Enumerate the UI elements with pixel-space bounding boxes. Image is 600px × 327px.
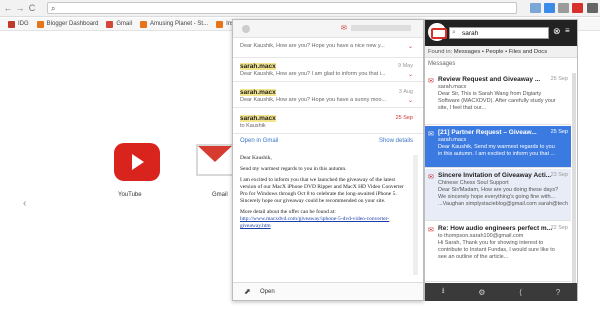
favicon-icon: [36, 20, 44, 28]
thread-item[interactable]: sarah.macx 9 May Dear Kaushik, How are y…: [233, 60, 423, 82]
search-result[interactable]: ✉ Re: How audio engineers perfect m... 2…: [425, 222, 571, 282]
youtube-tile-icon[interactable]: [114, 143, 160, 181]
thread-item-expanded[interactable]: sarah.macx 25 Sep to Kaushik: [233, 112, 423, 134]
gear-icon[interactable]: ⚙: [478, 288, 485, 297]
close-icon[interactable]: [242, 25, 250, 33]
gmail-logo-icon: [428, 23, 447, 41]
chevron-left-icon[interactable]: ‹: [23, 198, 26, 209]
chevron-down-icon[interactable]: ⌄: [408, 43, 413, 50]
search-result-selected[interactable]: ✉ [21] Partner Request – Giveaw... 25 Se…: [425, 126, 571, 168]
filter-options[interactable]: Messages • People • Files and Docs: [454, 49, 547, 55]
open-button[interactable]: Open: [260, 289, 275, 295]
search-icon: ⌕: [452, 29, 456, 36]
address-bar[interactable]: ⌕: [47, 2, 517, 14]
extension-icon[interactable]: [558, 3, 569, 13]
message-preview-popup: ✉ Dear Kaushik, How are you? Hope you ha…: [232, 19, 424, 301]
giveaway-link[interactable]: http://www.macxdvd.com/giveaway/iphone-5…: [240, 216, 389, 229]
sender-address-redacted: [351, 25, 411, 31]
help-icon[interactable]: ?: [556, 288, 560, 297]
forward-button[interactable]: →: [14, 2, 26, 14]
scrollbar[interactable]: [413, 155, 418, 275]
clear-icon[interactable]: ⊗: [553, 26, 561, 37]
found-in-filter: Found in: Messages • People • Files and …: [425, 46, 577, 58]
search-result[interactable]: ✉ Review Request and Giveaway ... 25 Sep…: [425, 73, 571, 125]
reload-button[interactable]: C: [26, 2, 38, 14]
menu-icon[interactable]: [587, 3, 598, 13]
open-icon[interactable]: ⬈: [244, 287, 251, 296]
panel-footer: ⭳ ⚙ ⟨ ?: [425, 283, 577, 301]
youtube-tile-label: YouTube: [118, 192, 142, 198]
show-details-link[interactable]: Show details: [379, 138, 413, 144]
bookmark-gmail[interactable]: Gmail: [106, 20, 132, 28]
open-in-gmail-link[interactable]: Open in Gmail: [240, 138, 278, 144]
envelope-icon: ✉: [428, 131, 434, 138]
popup-footer: ⬈ Open: [233, 282, 423, 300]
thread-item[interactable]: sarah.macx 3 Aug Dear Kaushik, How are y…: [233, 86, 423, 108]
bookmark-amusing-planet[interactable]: Amusing Planet - St...: [140, 20, 208, 28]
favicon-icon: [216, 20, 224, 28]
menu-icon[interactable]: ≡: [565, 26, 570, 35]
gmail-search-extension-icon[interactable]: [572, 3, 583, 13]
extension-icon[interactable]: [530, 3, 541, 13]
gmail-tile-icon[interactable]: [196, 144, 234, 176]
extension-icon[interactable]: [544, 3, 555, 13]
download-icon[interactable]: ⭳: [442, 285, 445, 299]
envelope-icon: ✉: [341, 25, 347, 32]
share-icon[interactable]: ⟨: [519, 288, 522, 297]
search-input[interactable]: ⌕ sarah: [449, 27, 549, 39]
favicon-icon: [106, 20, 114, 28]
browser-toolbar: ← → C ⌕: [0, 0, 600, 17]
search-header: ⌕ sarah ⊗ ≡: [425, 20, 577, 46]
section-header: Messages: [428, 61, 456, 67]
search-result[interactable]: ✉ Sincere Invitation of Giveaway Acti...…: [425, 169, 571, 221]
search-icon: ⌕: [51, 4, 56, 13]
search-panel: ⌕ sarah ⊗ ≡ Found in: Messages • People …: [424, 19, 578, 301]
envelope-icon: ✉: [428, 174, 434, 181]
chevron-down-icon[interactable]: ⌄: [408, 97, 413, 104]
bookmark-idg[interactable]: IDG: [8, 20, 29, 28]
thread-item[interactable]: Dear Kaushik, How are you? Hope you have…: [233, 38, 423, 58]
envelope-icon: ✉: [428, 78, 434, 85]
gmail-tile-label: Gmail: [212, 192, 228, 198]
chevron-down-icon[interactable]: ⌄: [408, 71, 413, 78]
bookmark-blogger[interactable]: Blogger Dashboard: [36, 20, 98, 28]
back-button[interactable]: ←: [2, 2, 14, 14]
scrollbar[interactable]: [572, 73, 576, 283]
favicon-icon: [140, 20, 148, 28]
favicon-icon: [8, 20, 15, 28]
message-body: Dear Kaushik, Send my warmest regards to…: [240, 155, 404, 229]
envelope-icon: ✉: [428, 227, 434, 234]
thread-header: ✉: [233, 20, 423, 38]
